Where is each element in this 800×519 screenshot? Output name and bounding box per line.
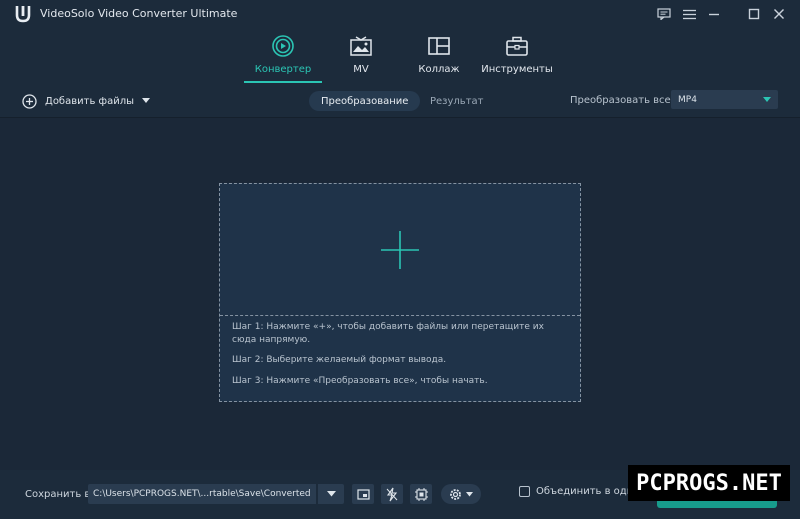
close-icon[interactable] [770,5,788,23]
gpu-accel-button[interactable] [410,484,432,504]
add-files-button[interactable]: Добавить файлы [22,91,150,111]
gear-icon [450,488,461,500]
instruction-step-3: Шаг 3: Нажмите «Преобразовать все», чтоб… [232,376,488,386]
tab-converter-label: Конвертер [254,64,312,75]
tab-converter[interactable]: Конвертер [238,28,328,84]
app-title: VideoSolo Video Converter Ultimate [40,7,238,20]
lightning-off-icon [386,487,398,501]
open-folder-button[interactable] [352,484,374,504]
tab-convert[interactable]: Преобразование [309,91,421,111]
cpu-off-icon [414,487,428,501]
settings-button[interactable] [441,484,481,504]
instruction-step-1: Шаг 1: Нажмите «+», чтобы добавить файлы… [232,322,544,345]
folder-icon [356,488,370,500]
main-nav: Конвертер MV Коллаж Инструменты [0,28,800,84]
title-bar: VideoSolo Video Converter Ultimate [0,0,800,28]
tab-mv-label: MV [353,64,369,75]
save-to-label: Сохранить в: [25,489,94,500]
hardware-accel-button[interactable] [381,484,403,504]
caret-down-icon[interactable] [141,98,150,104]
feedback-icon[interactable] [655,5,673,23]
add-files-label: Добавить файлы [45,95,134,107]
convert-all-label: Преобразовать все в: [570,95,684,106]
instruction-step-2: Шаг 2: Выберите желаемый формат вывода. [232,355,447,365]
minimize-icon[interactable] [705,5,723,23]
toolbox-icon [506,36,528,56]
add-circle-icon [22,93,37,109]
tab-result[interactable]: Результат [418,91,495,111]
caret-down-icon [326,491,336,497]
caret-down-icon [763,97,771,102]
watermark: PCPROGS.NET [628,465,790,501]
output-path-field[interactable]: C:\Users\PCPROGS.NET\...rtable\Save\Conv… [88,484,316,504]
menu-icon[interactable] [680,5,698,23]
mv-icon [350,36,372,56]
file-dropzone[interactable]: Шаг 1: Нажмите «+», чтобы добавить файлы… [219,183,581,402]
tab-collage-label: Коллаж [418,64,460,75]
plus-icon[interactable] [381,230,419,269]
maximize-icon[interactable] [745,5,763,23]
tab-collage[interactable]: Коллаж [394,28,484,84]
caret-down-icon [466,491,473,496]
add-file-area[interactable] [220,184,580,316]
output-format-select[interactable]: MP4 [671,90,778,109]
output-path-dropdown[interactable] [318,484,344,504]
app-logo-icon [15,6,31,23]
converter-icon [272,35,294,57]
tab-mv[interactable]: MV [316,28,406,84]
checkbox-box[interactable] [519,486,530,497]
collage-icon [428,37,450,55]
tab-toolbox-label: Инструменты [481,64,553,75]
output-format-value: MP4 [678,94,697,105]
tab-toolbox[interactable]: Инструменты [472,28,562,84]
